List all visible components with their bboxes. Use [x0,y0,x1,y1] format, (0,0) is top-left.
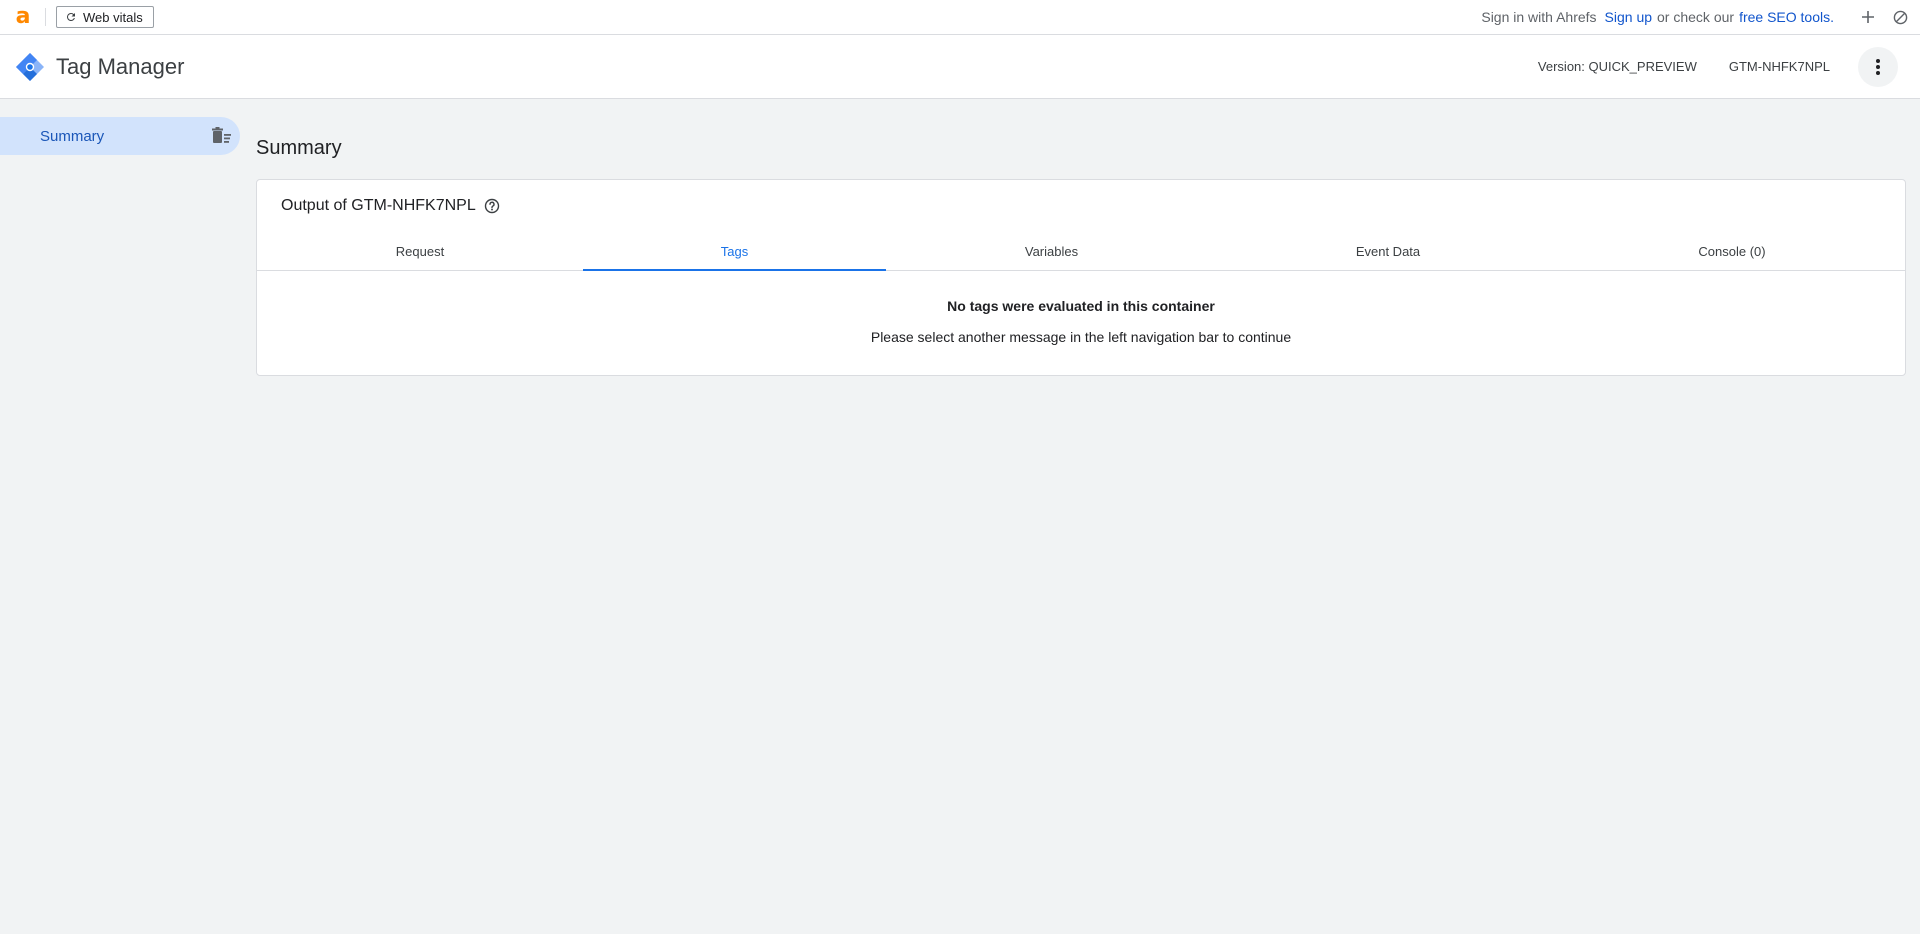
sign-in-text: Sign in with Ahrefs [1481,9,1597,25]
gtm-logo-icon [16,52,44,81]
tab-tags[interactable]: Tags [583,232,886,271]
sidebar-item-label: Summary [40,127,105,145]
tab-request[interactable]: Request [257,232,583,270]
more-options-button[interactable] [1858,46,1898,87]
output-card: Output of GTM-NHFK7NPL Request Tags Vari… [256,179,1906,376]
tab-variables[interactable]: Variables [886,232,1217,270]
toolbar-divider [45,8,46,26]
output-tabs: Request Tags Variables Event Data Consol… [257,232,1905,271]
app-title: Tag Manager [56,53,185,79]
empty-state: No tags were evaluated in this container… [257,298,1905,345]
empty-state-headline: No tags were evaluated in this container [947,298,1215,314]
plus-icon[interactable] [1858,7,1878,27]
sidebar-item-summary[interactable]: Summary [0,117,240,155]
empty-state-message: Please select another message in the lef… [870,329,1292,345]
card-header: Output of GTM-NHFK7NPL [281,197,500,215]
block-icon[interactable] [1890,7,1910,27]
page-title: Summary [256,137,342,159]
tab-event-data[interactable]: Event Data [1217,232,1559,270]
clear-all-icon[interactable] [210,127,232,145]
app-header: Tag Manager Version: QUICK_PREVIEW GTM-N… [0,35,1920,99]
sign-up-link[interactable]: Sign up [1605,9,1652,25]
web-vitals-button[interactable]: Web vitals [56,6,154,28]
more-vert-icon [1876,58,1880,75]
ahrefs-logo-icon[interactable]: a [11,5,35,29]
sidebar: Summary [0,99,242,934]
free-seo-tools-link[interactable]: free SEO tools. [1739,9,1834,25]
refresh-icon [66,12,75,21]
ahrefs-toolbar: a Web vitals Sign in with Ahrefs Sign up… [0,0,1920,35]
tab-console[interactable]: Console (0) [1559,232,1905,270]
ahrefs-signin-area: Sign in with Ahrefs Sign up or check our… [1481,7,1920,27]
card-title: Output of GTM-NHFK7NPL [281,197,476,214]
header-info: Version: QUICK_PREVIEW GTM-NHFK7NPL [1537,46,1920,87]
web-vitals-label: Web vitals [83,9,143,25]
help-icon[interactable] [484,198,500,214]
version-label: Version: QUICK_PREVIEW [1537,59,1697,74]
container-id-label: GTM-NHFK7NPL [1728,59,1830,74]
or-check-text: or check our [1657,9,1735,25]
